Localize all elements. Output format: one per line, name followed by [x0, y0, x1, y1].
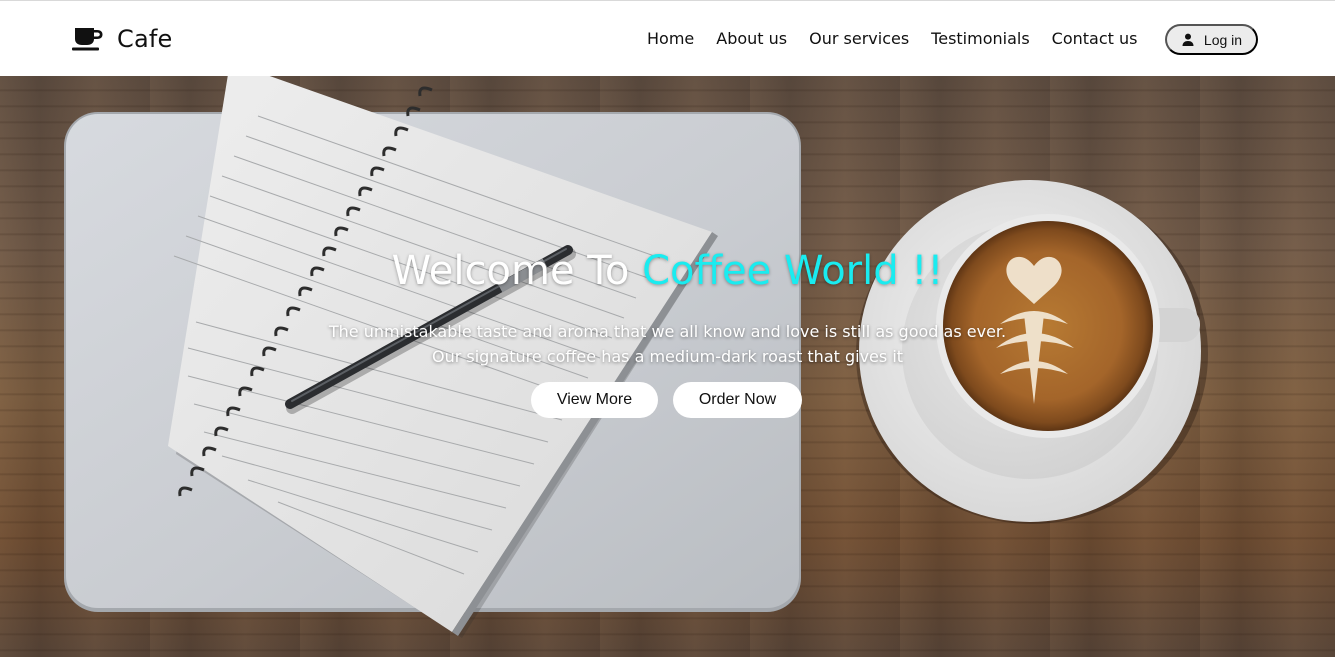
hero-buttons: View More Order Now [531, 382, 802, 418]
navbar: Cafe Home About us Our services Testimon… [0, 0, 1335, 76]
hero-title-prefix: Welcome To [391, 248, 643, 294]
user-icon [1182, 33, 1194, 46]
view-more-button[interactable]: View More [531, 382, 658, 418]
coffee-cup-icon [72, 28, 103, 51]
nav-testimonials[interactable]: Testimonials [931, 28, 1030, 50]
hero-title-accent: Coffee World !! [642, 248, 944, 294]
nav-our-services[interactable]: Our services [809, 28, 909, 50]
hero-description-line-2: Our signature coffee has a medium-dark r… [431, 347, 904, 366]
hero-title: Welcome To Coffee World !! [0, 247, 1335, 295]
hero-description-line-1: The unmistakable taste and aroma that we… [328, 322, 1007, 341]
login-label: Log in [1203, 31, 1243, 48]
nav-about-us[interactable]: About us [716, 28, 787, 50]
login-button[interactable]: Log in [1165, 24, 1258, 55]
hero-description: The unmistakable taste and aroma that we… [0, 319, 1335, 369]
nav-links: Home About us Our services Testimonials … [647, 28, 1137, 50]
nav-home[interactable]: Home [647, 28, 694, 50]
brand-logo[interactable]: Cafe [72, 23, 172, 55]
hero-section: Welcome To Coffee World !! The unmistaka… [0, 76, 1335, 657]
hero-content: Welcome To Coffee World !! The unmistaka… [0, 76, 1335, 657]
brand-name: Cafe [117, 25, 173, 53]
order-now-button[interactable]: Order Now [673, 382, 802, 418]
nav-contact-us[interactable]: Contact us [1052, 28, 1138, 50]
